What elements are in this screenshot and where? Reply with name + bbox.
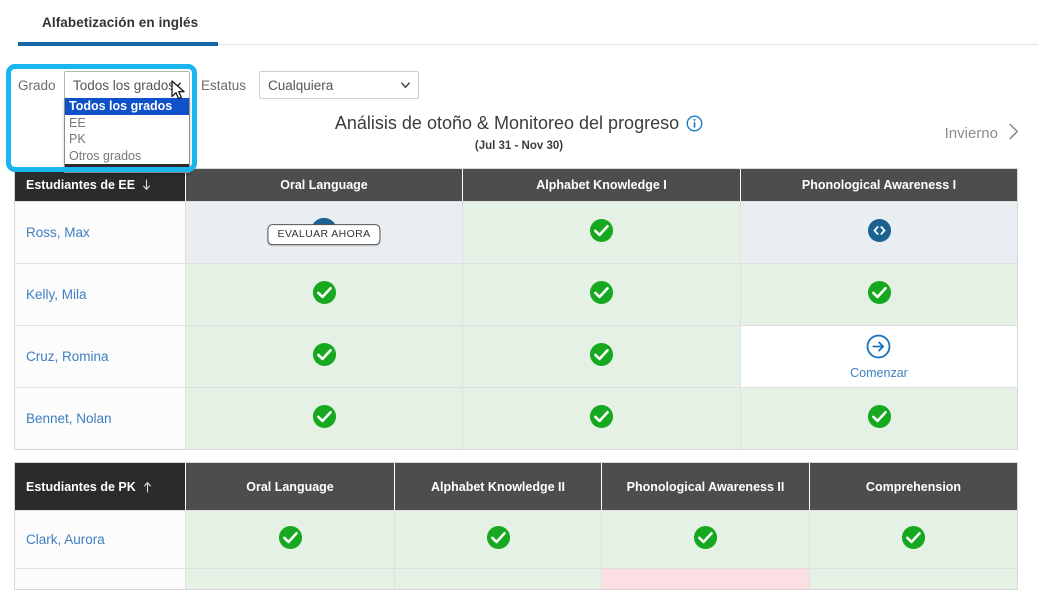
check-circle-icon bbox=[312, 280, 337, 310]
grade-options-scrollbar[interactable] bbox=[65, 164, 189, 172]
student-name-link[interactable]: Kelly, Mila bbox=[15, 264, 186, 325]
table-ee-header-row: Estudiantes de EE Oral Language Alphabet… bbox=[15, 169, 1017, 201]
start-assessment-label: Comenzar bbox=[850, 365, 908, 380]
filter-bar: Grado Todos los grados Estatus Cualquier… bbox=[0, 70, 1038, 173]
status-filter-label: Estatus bbox=[201, 78, 247, 93]
check-circle-icon bbox=[589, 218, 614, 248]
check-circle-icon bbox=[867, 280, 892, 310]
status-cell-comprehension[interactable] bbox=[810, 511, 1017, 568]
status-cell-oral-language[interactable] bbox=[186, 326, 463, 387]
table-pk-header-oral-language[interactable]: Oral Language bbox=[186, 463, 395, 510]
status-cell-oral-language[interactable] bbox=[186, 569, 395, 589]
grade-select-value: Todos los grados bbox=[73, 77, 176, 93]
check-circle-icon bbox=[901, 525, 926, 555]
mouse-cursor bbox=[171, 80, 187, 102]
status-select-value: Cualquiera bbox=[268, 77, 334, 93]
check-circle-icon bbox=[278, 525, 303, 555]
tab-label: Alfabetización en inglés bbox=[42, 14, 199, 30]
arrow-down-icon bbox=[142, 179, 151, 191]
next-season-link[interactable]: Invierno bbox=[945, 122, 1020, 145]
student-name-link[interactable] bbox=[15, 569, 186, 589]
table-ee-header-phonological-awareness-i[interactable]: Phonological Awareness I bbox=[741, 169, 1017, 201]
table-pk-header-alphabet-knowledge-ii[interactable]: Alphabet Knowledge II bbox=[395, 463, 602, 510]
grade-option-pk[interactable]: PK bbox=[65, 131, 189, 148]
student-name-link[interactable]: Clark, Aurora bbox=[15, 511, 186, 568]
status-cell-oral-language[interactable] bbox=[186, 264, 463, 325]
table-row: Ross, Max EVALUAR AHORA bbox=[15, 201, 1017, 263]
status-cell-phonological-awareness-i[interactable] bbox=[741, 202, 1017, 263]
status-cell-oral-language[interactable] bbox=[186, 388, 463, 449]
start-arrow-icon bbox=[866, 334, 891, 364]
evaluate-now-tooltip[interactable]: EVALUAR AHORA bbox=[267, 223, 381, 245]
status-cell-alphabet-knowledge-i[interactable] bbox=[463, 388, 741, 449]
page-title-text: Análisis de otoño & Monitoreo del progre… bbox=[334, 113, 680, 133]
table-ee-header-oral-language[interactable]: Oral Language bbox=[186, 169, 463, 201]
check-circle-icon bbox=[589, 342, 614, 372]
status-cell-oral-language[interactable] bbox=[186, 511, 395, 568]
status-cell-phonological-awareness-i[interactable]: Comenzar bbox=[741, 326, 1017, 387]
grade-option-ee[interactable]: EE bbox=[65, 115, 189, 132]
tab-bar-divider bbox=[218, 44, 1038, 45]
status-cell-alphabet-knowledge-i[interactable] bbox=[463, 326, 741, 387]
student-name-link[interactable]: Ross, Max bbox=[15, 202, 186, 263]
info-circle-icon[interactable] bbox=[686, 115, 703, 132]
status-cell-oral-language[interactable]: EVALUAR AHORA bbox=[186, 202, 463, 263]
status-cell-phonological-awareness-i[interactable] bbox=[741, 264, 1017, 325]
grade-select-options[interactable]: Todos los grados EE PK Otros grados bbox=[64, 98, 190, 173]
check-circle-icon bbox=[589, 404, 614, 434]
table-row: Kelly, Mila bbox=[15, 263, 1017, 325]
status-cell-alphabet-knowledge-ii[interactable] bbox=[395, 569, 602, 589]
status-cell-alphabet-knowledge-i[interactable] bbox=[463, 202, 741, 263]
table-row: Clark, Aurora bbox=[15, 510, 1017, 568]
check-circle-icon bbox=[312, 404, 337, 434]
table-pk: Estudiantes de PK Oral Language Alphabet… bbox=[14, 462, 1018, 590]
check-circle-icon bbox=[693, 525, 718, 555]
table-pk-header-row: Estudiantes de PK Oral Language Alphabet… bbox=[15, 463, 1017, 510]
tab-bar: Alfabetización en inglés bbox=[0, 0, 1038, 46]
check-circle-icon bbox=[589, 280, 614, 310]
table-pk-header-comprehension[interactable]: Comprehension bbox=[810, 463, 1017, 510]
chevron-right-icon bbox=[1007, 122, 1020, 145]
student-name-link[interactable]: Cruz, Romina bbox=[15, 326, 186, 387]
table-ee-header-students-label: Estudiantes de EE bbox=[26, 178, 136, 192]
student-name-link[interactable]: Bennet, Nolan bbox=[15, 388, 186, 449]
table-row: Cruz, Romina Comenzar bbox=[15, 325, 1017, 387]
check-circle-icon bbox=[867, 404, 892, 434]
status-cell-phonological-awareness-ii[interactable] bbox=[602, 511, 810, 568]
arrow-up-icon bbox=[143, 481, 152, 493]
table-ee-header-students[interactable]: Estudiantes de EE bbox=[15, 169, 186, 201]
status-cell-phonological-awareness-ii[interactable] bbox=[602, 569, 810, 589]
grade-option-otros-grados[interactable]: Otros grados bbox=[65, 148, 189, 165]
table-row: Bennet, Nolan bbox=[15, 387, 1017, 449]
status-cell-alphabet-knowledge-ii[interactable] bbox=[395, 511, 602, 568]
table-ee: Estudiantes de EE Oral Language Alphabet… bbox=[14, 168, 1018, 450]
tab-alfabetizacion-en-ingles[interactable]: Alfabetización en inglés bbox=[18, 0, 222, 44]
status-cell-alphabet-knowledge-i[interactable] bbox=[463, 264, 741, 325]
check-circle-icon bbox=[312, 342, 337, 372]
table-pk-header-phonological-awareness-ii[interactable]: Phonological Awareness II bbox=[602, 463, 810, 510]
table-pk-header-students[interactable]: Estudiantes de PK bbox=[15, 463, 186, 510]
chevron-down-icon bbox=[400, 80, 411, 91]
table-row bbox=[15, 568, 1017, 589]
tab-active-indicator bbox=[18, 42, 218, 46]
next-season-label: Invierno bbox=[944, 125, 998, 142]
check-circle-icon bbox=[486, 525, 511, 555]
status-cell-phonological-awareness-i[interactable] bbox=[741, 388, 1017, 449]
in-progress-icon bbox=[867, 218, 892, 248]
grade-filter-label: Grado bbox=[18, 78, 56, 93]
table-pk-header-students-label: Estudiantes de PK bbox=[26, 479, 136, 494]
status-select[interactable]: Cualquiera bbox=[259, 71, 419, 99]
status-cell-comprehension[interactable] bbox=[810, 569, 1017, 589]
start-assessment-action[interactable]: Comenzar bbox=[850, 334, 908, 380]
table-ee-header-alphabet-knowledge-i[interactable]: Alphabet Knowledge I bbox=[463, 169, 741, 201]
